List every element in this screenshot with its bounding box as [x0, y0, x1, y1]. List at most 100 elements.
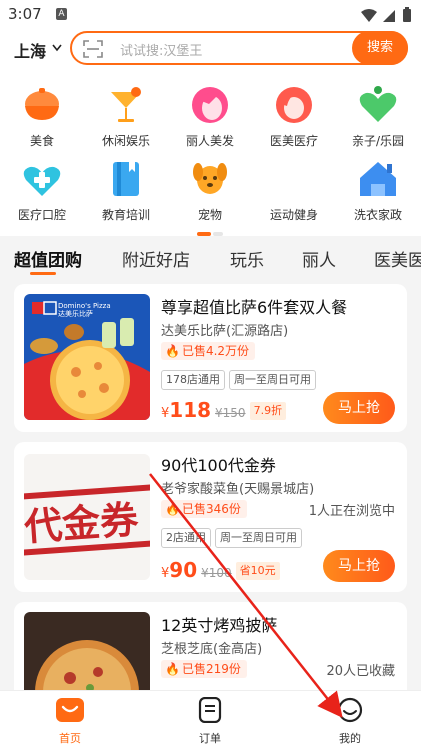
- voucher-image: 代金券: [24, 454, 150, 580]
- category-dental[interactable]: 医疗口腔: [0, 158, 84, 223]
- deal-tag: 周一至周日可用: [229, 370, 316, 390]
- deal-tags: 2店通用 周一至周日可用: [161, 526, 306, 548]
- brand-logo-text-cn: 达美乐比萨: [58, 309, 93, 318]
- deal-shop[interactable]: 达美乐比萨(汇源路店): [161, 320, 288, 339]
- status-bar: 3:07 A: [0, 0, 421, 30]
- cocktail-icon: [111, 87, 141, 122]
- category-grid: 美食 休闲娱乐 丽人美发 医美医疗 亲子/乐园 医疗口腔 教育培训 宠物 运动健…: [0, 74, 421, 236]
- fire-icon: 🔥: [165, 502, 180, 516]
- pizza-image: [24, 612, 150, 702]
- category-label: 宠物: [197, 208, 222, 222]
- deal-title: 尊享超值比萨6件套双人餐: [161, 298, 348, 317]
- signal-icon: [383, 10, 395, 22]
- pizza-image: Domino's Pizza 达美乐比萨: [24, 294, 150, 420]
- brand-logo-text: Domino's Pizza: [58, 302, 111, 310]
- category-label: 休闲娱乐: [101, 134, 150, 148]
- price-row: ¥118 ¥150 7.9折: [161, 398, 287, 422]
- tab-fun[interactable]: 玩乐: [230, 246, 264, 271]
- sold-count: 已售346份: [181, 502, 241, 516]
- bottom-nav: 首页 订单 我的: [0, 690, 421, 750]
- tab-value-deals[interactable]: 超值团购: [14, 246, 82, 271]
- order-list-icon: [198, 696, 222, 724]
- chevron-down-icon[interactable]: [52, 44, 62, 52]
- category-sports[interactable]: 运动健身: [252, 158, 336, 223]
- sold-count: 已售219份: [181, 662, 241, 676]
- deal-tag: 周一至周日可用: [215, 528, 302, 548]
- nav-profile[interactable]: 我的: [310, 697, 390, 746]
- house-icon: [360, 162, 396, 196]
- deal-card[interactable]: 代金券 90代100代金券 老爷家酸菜鱼(天赐景城店) 🔥 已售346份 1人正在…: [14, 442, 407, 592]
- category-food[interactable]: 美食: [0, 84, 84, 149]
- category-family[interactable]: 亲子/乐园: [336, 84, 420, 149]
- heart-family-icon: [359, 86, 397, 122]
- notification-badge: A: [56, 8, 67, 20]
- header: 上海 试试搜:汉堡王 搜索: [0, 30, 421, 74]
- deal-image[interactable]: 代金券: [24, 454, 150, 580]
- sold-badge: 🔥 已售4.2万份: [161, 342, 256, 360]
- category-leisure[interactable]: 休闲娱乐: [84, 84, 168, 149]
- woman-face-icon: [192, 87, 228, 123]
- sold-badge: 🔥 已售219份: [161, 660, 247, 678]
- city-selector[interactable]: 上海: [14, 38, 46, 62]
- favorite-count: 20人已收藏: [326, 664, 395, 679]
- deal-image[interactable]: Domino's Pizza 达美乐比萨: [24, 294, 150, 420]
- food-bowl-icon: [25, 88, 59, 120]
- deal-shop[interactable]: 芝根芝底(金高店): [161, 638, 262, 657]
- price-row: ¥90 ¥100 省10元: [161, 558, 280, 582]
- battery-icon: [403, 7, 411, 22]
- deal-tabs: 超值团购 附近好店 玩乐 丽人 医美医: [0, 236, 421, 282]
- buy-now-button[interactable]: 马上抢: [323, 550, 395, 582]
- search-input[interactable]: 试试搜:汉堡王: [120, 40, 202, 59]
- buy-now-button[interactable]: 马上抢: [323, 392, 395, 424]
- category-label: 丽人美发: [185, 134, 234, 148]
- scan-icon[interactable]: [82, 39, 104, 59]
- deal-price: 118: [169, 398, 212, 422]
- category-label: 洗衣家政: [353, 208, 402, 222]
- original-price: ¥100: [201, 566, 232, 580]
- category-label: 亲子/乐园: [351, 134, 405, 148]
- nav-label: 首页: [59, 732, 81, 745]
- home-icon: [56, 698, 84, 722]
- deal-tag: 178店通用: [161, 370, 225, 390]
- deal-tag: 2店通用: [161, 528, 211, 548]
- category-pet[interactable]: 宠物: [168, 158, 252, 223]
- beauty-face-icon: [276, 87, 312, 123]
- wifi-icon: [361, 9, 377, 22]
- deal-shop[interactable]: 老爷家酸菜鱼(天赐景城店): [161, 478, 314, 497]
- nav-home[interactable]: 首页: [30, 697, 110, 746]
- fire-icon: 🔥: [165, 662, 180, 676]
- category-label: 医疗口腔: [17, 208, 66, 222]
- category-label: 美食: [29, 134, 54, 148]
- discount-badge: 7.9折: [249, 402, 287, 420]
- category-label: 教育培训: [101, 208, 150, 222]
- deal-image[interactable]: [24, 612, 150, 702]
- nav-orders[interactable]: 订单: [170, 696, 250, 746]
- deal-price: 90: [169, 558, 198, 582]
- category-beauty-hair[interactable]: 丽人美发: [168, 84, 252, 149]
- deal-card[interactable]: 12英寸烤鸡披萨 芝根芝底(金高店) 🔥 已售219份 20人已收藏: [14, 602, 407, 702]
- sold-badge: 🔥 已售346份: [161, 500, 247, 518]
- discount-badge: 省10元: [235, 562, 280, 580]
- tab-beauty[interactable]: 丽人: [302, 246, 336, 271]
- medical-cross-icon: [23, 166, 61, 196]
- category-medical-beauty[interactable]: 医美医疗: [252, 84, 336, 149]
- deal-title: 90代100代金券: [161, 456, 276, 475]
- tab-nearby-shops[interactable]: 附近好店: [122, 246, 190, 271]
- status-time: 3:07: [8, 5, 42, 23]
- book-icon: [113, 162, 139, 196]
- category-housekeeping[interactable]: 洗衣家政: [336, 158, 420, 223]
- dumbbell-icon: [277, 172, 283, 186]
- deal-card[interactable]: Domino's Pizza 达美乐比萨 尊享超值比萨6件套双人餐 达美乐比萨(…: [14, 284, 407, 432]
- nav-label: 订单: [199, 732, 221, 745]
- profile-icon: [337, 697, 363, 723]
- dog-icon: [193, 163, 227, 194]
- original-price: ¥150: [215, 406, 246, 420]
- tab-medical-beauty[interactable]: 医美医: [374, 246, 421, 271]
- search-bar[interactable]: 试试搜:汉堡王 搜索: [70, 31, 408, 65]
- search-button[interactable]: 搜索: [352, 31, 408, 65]
- fire-icon: 🔥: [165, 344, 180, 358]
- tab-active-indicator: [30, 272, 56, 275]
- category-education[interactable]: 教育培训: [84, 158, 168, 223]
- deal-title: 12英寸烤鸡披萨: [161, 616, 278, 635]
- sold-count: 已售4.2万份: [181, 344, 250, 358]
